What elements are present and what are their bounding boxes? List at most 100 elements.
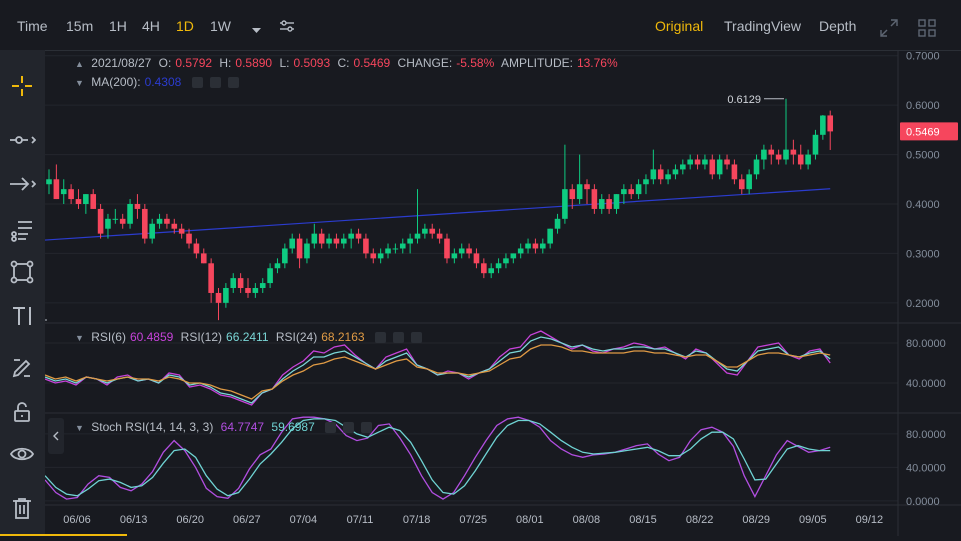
settings-icon[interactable]	[209, 77, 221, 89]
candle-body-57	[466, 248, 472, 254]
candle-body-12	[134, 203, 141, 209]
eye-toggle-icon[interactable]	[374, 332, 386, 344]
crosshair-icon[interactable]	[8, 72, 36, 100]
ohlc-amplitude-label: AMPLITUDE:	[500, 56, 573, 70]
candle-body-68	[547, 228, 553, 244]
ohlc-low: 0.5093	[293, 56, 331, 70]
time-tick-3: 06/27	[233, 514, 261, 526]
candle-body-96	[753, 159, 760, 175]
candle-body-60	[488, 268, 494, 274]
layout-icon[interactable]	[918, 19, 936, 42]
candle-body-43	[363, 238, 369, 254]
candle-body-16	[164, 218, 170, 224]
candle-body-41	[348, 233, 354, 239]
ohlc-low-label: L:	[279, 56, 290, 70]
candle-body-44	[370, 253, 377, 259]
stoch-label: Stoch RSI(14, 14, 3, 3)	[91, 420, 214, 434]
time-tick-8: 08/01	[516, 514, 544, 526]
pane-collapse-button[interactable]	[48, 418, 64, 454]
ma-legend: ▼ MA(200): 0.4308	[75, 75, 243, 89]
chart-canvas[interactable]: 0.7000 0.6000 0.5000 0.4000 0.3000 0.2000 0.54…	[0, 50, 961, 536]
time-tick-11: 08/22	[686, 514, 714, 526]
ohlc-high-label: H:	[219, 56, 232, 70]
candle-body-23	[215, 292, 222, 303]
interval-1h[interactable]: 1H	[109, 18, 127, 34]
collapse-arrow-icon[interactable]: ▼	[75, 333, 84, 343]
collapse-arrow-icon[interactable]: ▼	[75, 78, 84, 88]
price-tick-5: 0.2000	[906, 298, 940, 310]
candle-body-81	[643, 179, 649, 185]
time-tick-1: 06/13	[120, 514, 148, 526]
eye-toggle-icon[interactable]	[325, 422, 337, 434]
rsi6-value: 60.4859	[129, 330, 174, 344]
collapse-arrow-icon[interactable]: ▼	[75, 423, 84, 433]
stoch-legend: ▼ Stoch RSI(14, 14, 3, 3) 64.7747 59.698…	[75, 420, 376, 434]
ohlc-date: 2021/08/27	[91, 56, 152, 70]
candle-body-18	[178, 228, 185, 234]
candle-body-67	[539, 243, 546, 249]
candle-body-45	[377, 253, 384, 259]
time-tick-14: 09/12	[856, 514, 884, 526]
candle-body-55	[451, 253, 458, 259]
view-tradingview[interactable]: TradingView	[724, 18, 801, 34]
interval-1d[interactable]: 1D	[176, 18, 194, 34]
ray-tool-icon[interactable]	[8, 170, 36, 198]
eye-icon[interactable]	[8, 440, 36, 468]
line-tool-icon[interactable]	[8, 126, 36, 154]
close-icon[interactable]	[227, 77, 239, 89]
candle-body-39	[333, 238, 340, 244]
candle-body-14	[149, 223, 155, 239]
time-tick-12: 08/29	[742, 514, 770, 526]
chevron-down-icon[interactable]	[251, 22, 262, 40]
view-depth[interactable]: Depth	[819, 18, 856, 34]
trash-icon[interactable]	[8, 494, 36, 522]
brush-icon[interactable]	[8, 354, 36, 382]
candle-body-77	[613, 194, 620, 209]
fib-tool-icon[interactable]	[8, 216, 36, 244]
ohlc-close-label: C:	[337, 56, 350, 70]
settings-icon[interactable]	[279, 19, 295, 38]
candle-body-3	[68, 189, 74, 200]
collapse-arrow-icon[interactable]: ▲	[75, 59, 84, 69]
ohlc-open-label: O:	[158, 56, 172, 70]
interval-15m[interactable]: 15m	[66, 18, 93, 34]
price-tick-2: 0.5000	[906, 150, 940, 162]
candle-body-22	[208, 263, 214, 293]
shape-tool-icon[interactable]	[8, 258, 36, 286]
candle-body-70	[562, 189, 568, 219]
settings-icon[interactable]	[392, 332, 404, 344]
rsi12-value: 66.2411	[226, 330, 269, 344]
candle-body-86	[680, 164, 686, 170]
price-tick-4: 0.3000	[906, 248, 940, 260]
rsi-legend: ▼ RSI(6) 60.4859 RSI(12) 66.2411 RSI(24) 68…	[75, 330, 426, 344]
candle-body-49	[407, 238, 413, 244]
chart-area[interactable]: 0.7000 0.6000 0.5000 0.4000 0.3000 0.2000 0.54…	[0, 50, 961, 536]
lock-icon[interactable]	[8, 398, 36, 426]
ohlc-high: 0.5890	[235, 56, 273, 70]
time-tick-6: 07/18	[403, 514, 431, 526]
settings-icon[interactable]	[343, 422, 355, 434]
text-tool-icon[interactable]	[8, 302, 36, 330]
candle-body-80	[635, 184, 642, 195]
candle-body-13	[142, 208, 148, 239]
time-tick-4: 07/04	[290, 514, 318, 526]
close-icon[interactable]	[361, 422, 373, 434]
candle-body-89	[702, 159, 708, 165]
candle-body-103	[805, 154, 811, 165]
drawing-tools-sidebar	[0, 50, 45, 536]
interval-time[interactable]: Time	[17, 18, 48, 34]
close-icon[interactable]	[410, 332, 422, 344]
candle-body-65	[525, 243, 531, 249]
eye-toggle-icon[interactable]	[191, 77, 203, 89]
expand-icon[interactable]	[880, 19, 898, 42]
candle-body-62	[503, 258, 509, 264]
candle-body-38	[326, 238, 332, 244]
view-original[interactable]: Original	[655, 18, 703, 34]
interval-4h[interactable]: 4H	[142, 18, 160, 34]
candle-body-20	[193, 243, 200, 254]
interval-1w[interactable]: 1W	[210, 18, 231, 34]
candle-body-8	[105, 218, 111, 229]
candle-body-51	[422, 228, 428, 234]
annotations: 0.61290.1652	[0, 94, 784, 327]
ohlc-close: 0.5469	[353, 56, 391, 70]
